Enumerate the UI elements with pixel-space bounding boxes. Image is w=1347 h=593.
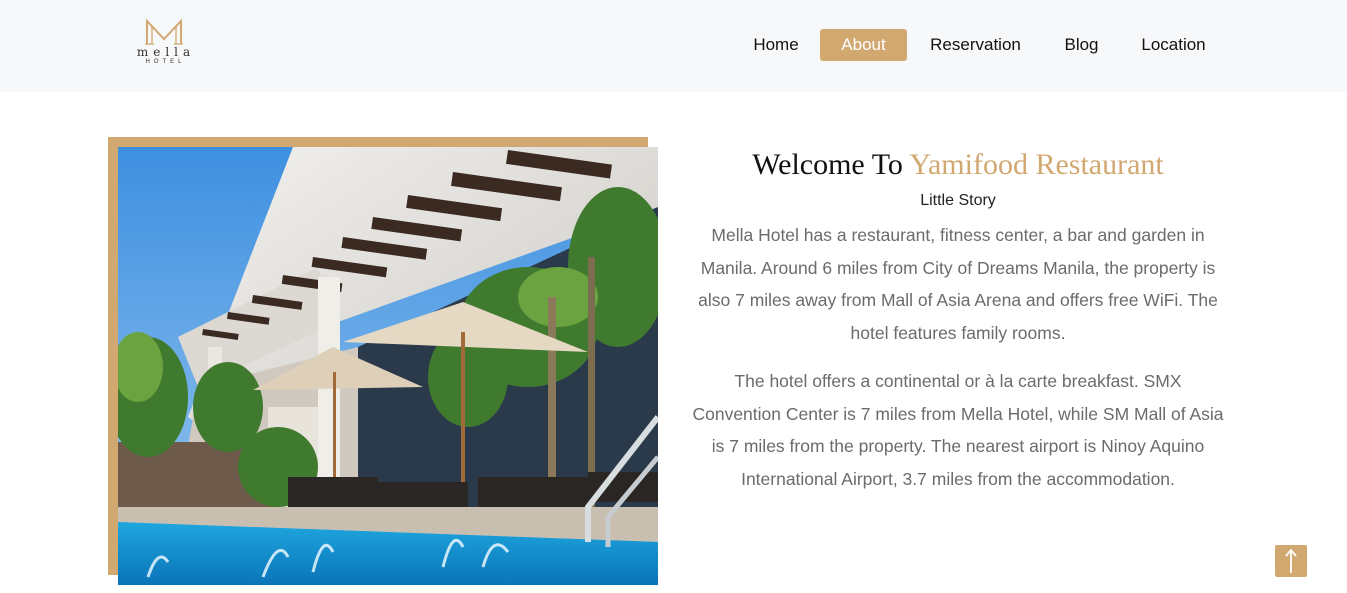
nav-blog[interactable]: Blog bbox=[1054, 29, 1109, 61]
title-prefix: Welcome To bbox=[752, 148, 903, 181]
scroll-top-button[interactable] bbox=[1275, 545, 1307, 577]
nav-about[interactable]: About bbox=[820, 29, 907, 61]
title-highlight: Yamifood Restaurant bbox=[909, 148, 1164, 181]
hotel-photo-frame bbox=[108, 137, 658, 585]
about-title: Welcome To Yamifood Restaurant bbox=[688, 146, 1228, 184]
about-section: Welcome To Yamifood Restaurant Little St… bbox=[688, 146, 1228, 495]
nav-home[interactable]: Home bbox=[742, 29, 810, 61]
about-subtitle: Little Story bbox=[920, 192, 996, 209]
about-paragraph-2: The hotel offers a continental or à la c… bbox=[692, 371, 1224, 489]
arrow-up-icon bbox=[1285, 548, 1297, 573]
hotel-pool-image bbox=[118, 147, 658, 585]
nav-reservation[interactable]: Reservation bbox=[917, 29, 1034, 61]
main-nav: Home About Reservation Blog Location bbox=[0, 29, 1347, 61]
nav-location[interactable]: Location bbox=[1129, 29, 1218, 61]
site-header: mella HOTEL Home About Reservation Blog … bbox=[0, 0, 1347, 92]
about-paragraph-1: Mella Hotel has a restaurant, fitness ce… bbox=[698, 225, 1218, 343]
